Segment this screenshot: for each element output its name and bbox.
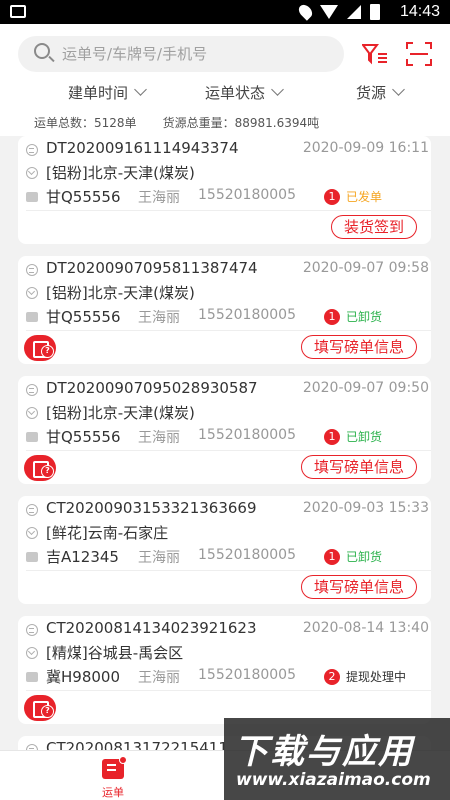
driver-name: 王海丽 [138, 550, 180, 566]
order-time: 2020-09-09 16:11 [302, 140, 429, 156]
load-checkin-button[interactable]: 装货签到 [330, 215, 417, 239]
driver-name: 王海丽 [138, 430, 180, 446]
search-bar[interactable] [18, 36, 344, 72]
watermark-url: www.xiazaimao.com [236, 770, 431, 790]
route-icon [26, 527, 38, 539]
driver-phone: 15520180005 [198, 547, 296, 563]
status-time: 14:43 [399, 3, 440, 20]
status-bar: 14:43 [0, 0, 450, 24]
status-badge: 1 [324, 549, 340, 565]
driver-name: 王海丽 [138, 310, 180, 326]
plate-number: 甘Q55556 [46, 188, 121, 206]
fill-weigh-ticket-button[interactable]: 填写磅单信息 [300, 575, 417, 599]
scan-icon[interactable] [406, 42, 432, 66]
fill-weigh-ticket-button[interactable]: 填写磅单信息 [300, 335, 417, 359]
fill-weigh-ticket-button[interactable]: 填写磅单信息 [300, 455, 417, 479]
order-icon [26, 144, 38, 156]
driver-phone: 15520180005 [198, 307, 296, 323]
filter-bar: 建单时间 运单状态 货源 [0, 80, 450, 106]
chevron-down-icon [271, 83, 284, 96]
search-icon [34, 43, 50, 59]
driver-phone: 15520180005 [198, 427, 296, 443]
chevron-down-icon [134, 83, 147, 96]
order-id: CT20200903153321363669 [46, 499, 257, 517]
signal-icon [347, 5, 361, 19]
order-time: 2020-09-07 09:58 [302, 260, 429, 276]
driver-phone: 15520180005 [198, 187, 296, 203]
route-icon [26, 287, 38, 299]
order-status: 已卸货 [346, 430, 383, 444]
order-route: [铝粉]北京-天津(煤炭) [46, 404, 195, 422]
gallery-icon [10, 5, 26, 18]
wifi-icon [320, 5, 338, 19]
filter-cargo-source[interactable]: 货源 [356, 82, 405, 103]
order-id: CT20200814134023921623 [46, 619, 257, 637]
route-icon [26, 647, 38, 659]
tab-orders-label: 运单 [102, 786, 124, 799]
order-icon [26, 264, 38, 276]
status-badge: 1 [324, 429, 340, 445]
watermark-title: 下载与应用 [234, 732, 414, 772]
order-route: [铝粉]北京-天津(煤炭) [46, 284, 195, 302]
status-badge: 2 [324, 669, 340, 685]
order-id: DT20200907095811387474 [46, 259, 258, 277]
order-status: 已卸货 [346, 550, 383, 564]
order-card[interactable]: DT202009161114943374 2020-09-09 16:11 [铝… [18, 136, 431, 244]
order-status: 提现处理中 [346, 670, 407, 684]
order-icon [26, 384, 38, 396]
truck-icon [26, 672, 38, 682]
weigh-ticket-icon[interactable] [24, 695, 56, 721]
order-route: [精煤]谷城县-禹会区 [46, 644, 184, 662]
order-status: 已发单 [346, 190, 383, 204]
order-card[interactable]: CT20200903153321363669 2020-09-03 15:33 … [18, 496, 431, 604]
tab-orders[interactable]: 运单 [88, 755, 138, 800]
chevron-down-icon [392, 83, 405, 96]
truck-icon [26, 192, 38, 202]
summary-line: 运单总数：5128单 货源总重量：88981.6394吨 [34, 116, 320, 130]
status-badge: 1 [324, 189, 340, 205]
order-time: 2020-09-03 15:33 [302, 500, 429, 516]
order-card[interactable]: DT20200907095811387474 2020-09-07 09:58 … [18, 256, 431, 364]
header: 建单时间 运单状态 货源 运单总数：5128单货源总重量：88981.6394吨 [0, 24, 450, 136]
order-card[interactable]: CT20200814134023921623 2020-08-14 13:40 … [18, 616, 431, 724]
watermark: 下载与应用 www.xiazaimao.com [224, 718, 450, 800]
order-time: 2020-08-14 13:40 [302, 620, 429, 636]
route-icon [26, 167, 38, 179]
truck-icon [26, 552, 38, 562]
order-id: DT20200907095028930587 [46, 379, 258, 397]
plate-number: 冀H98000 [46, 668, 120, 686]
truck-icon [26, 432, 38, 442]
driver-name: 王海丽 [138, 670, 180, 686]
order-id: DT202009161114943374 [46, 139, 239, 157]
plate-number: 甘Q55556 [46, 308, 121, 326]
status-badge: 1 [324, 309, 340, 325]
weigh-ticket-icon[interactable] [24, 335, 56, 361]
filter-order-status[interactable]: 运单状态 [205, 82, 284, 103]
weigh-ticket-icon[interactable] [24, 455, 56, 481]
route-icon [26, 407, 38, 419]
order-icon [26, 504, 38, 516]
filter-create-time[interactable]: 建单时间 [68, 82, 147, 103]
location-icon [296, 1, 315, 21]
driver-name: 王海丽 [138, 190, 180, 206]
order-card[interactable]: DT20200907095028930587 2020-09-07 09:50 … [18, 376, 431, 484]
order-route: [鲜花]云南-石家庄 [46, 524, 169, 542]
battery-icon [370, 4, 380, 20]
order-route: [铝粉]北京-天津(煤炭) [46, 164, 195, 182]
orders-tab-icon [102, 756, 127, 779]
order-list[interactable]: DT202009161114943374 2020-09-09 16:11 [铝… [0, 136, 450, 750]
plate-number: 吉A12345 [46, 548, 119, 566]
truck-icon [26, 312, 38, 322]
order-id: CT20200813172215411 [46, 739, 228, 750]
filter-icon[interactable] [362, 42, 388, 66]
plate-number: 甘Q55556 [46, 428, 121, 446]
order-time: 2020-09-07 09:50 [302, 380, 429, 396]
search-input[interactable] [62, 36, 332, 72]
order-icon [26, 624, 38, 636]
driver-phone: 15520180005 [198, 667, 296, 683]
order-status: 已卸货 [346, 310, 383, 324]
